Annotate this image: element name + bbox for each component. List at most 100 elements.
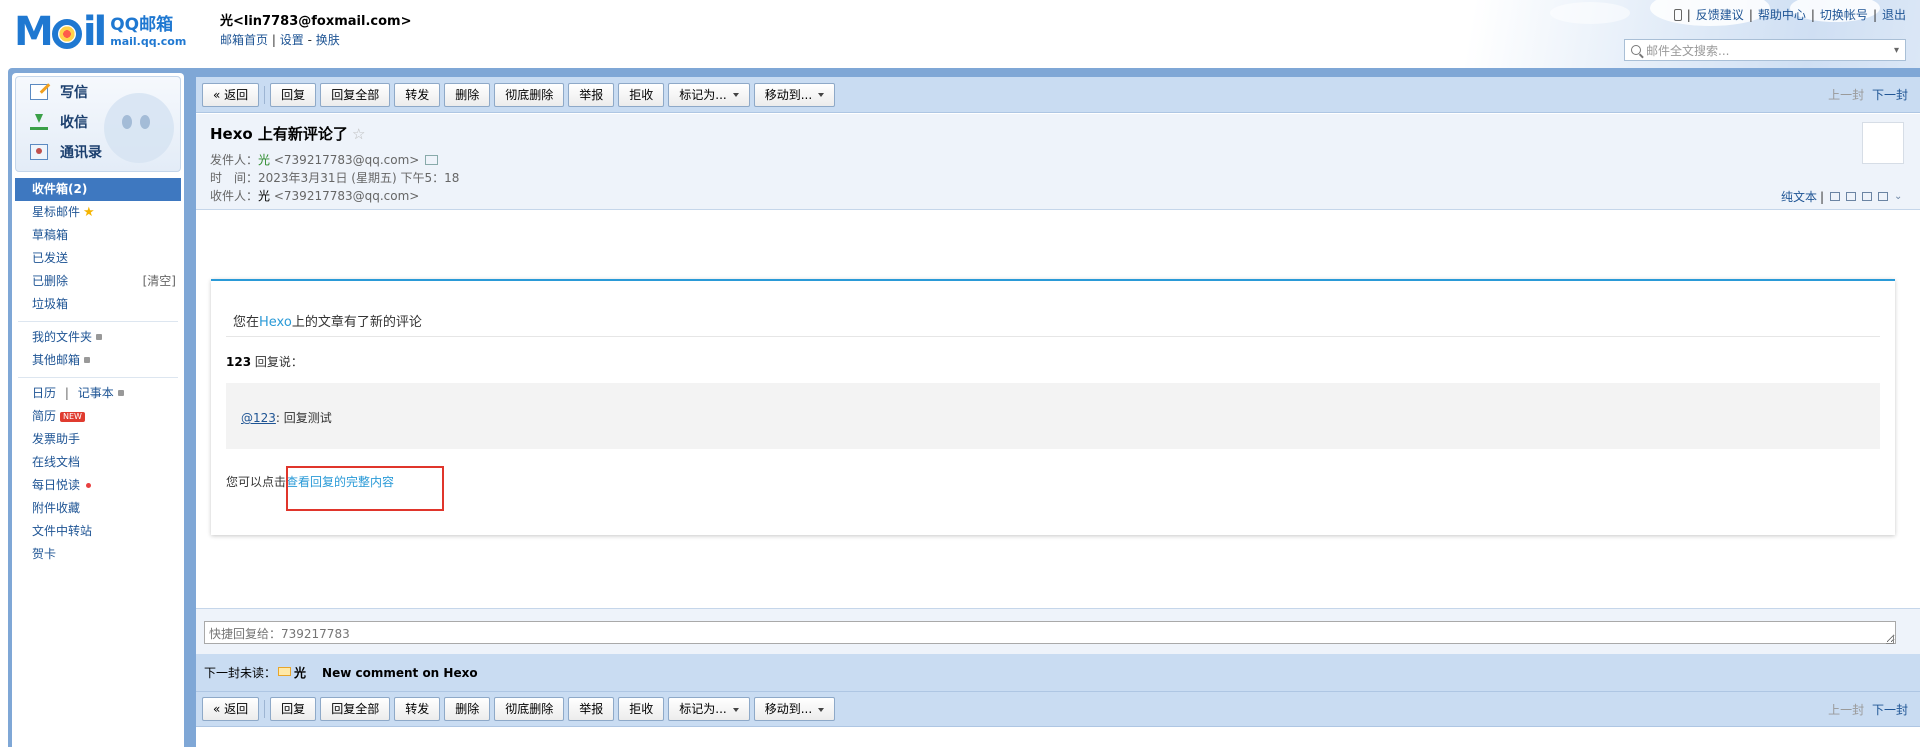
reject-button[interactable]: 拒收: [618, 697, 665, 721]
reply-all-button[interactable]: 回复全部: [320, 697, 391, 721]
notes-link[interactable]: 记事本: [78, 386, 114, 400]
sidebar-item-online-docs[interactable]: 在线文档: [12, 451, 184, 474]
caret-down-icon: [732, 707, 739, 712]
mail-subject: Hexo 上有新评论了 ☆: [210, 125, 366, 143]
sidebar-item-daily-reading[interactable]: 每日悦读: [12, 474, 184, 497]
sidebar-item-spam[interactable]: 垃圾箱: [12, 293, 184, 316]
delete-button[interactable]: 删除: [444, 82, 491, 107]
sidebar-item-drafts[interactable]: 草稿箱: [12, 224, 184, 247]
plain-text-link[interactable]: 纯文本: [1781, 188, 1817, 205]
mail-to-row: 收件人：光 <739217783@qq.com>: [210, 189, 420, 203]
delete-button[interactable]: 删除: [444, 697, 491, 721]
logo-wordmark: Mil: [14, 9, 107, 55]
save-icon[interactable]: [1862, 192, 1872, 201]
inbox-icon: [30, 114, 48, 130]
sidebar-item-file-transfer[interactable]: 文件中转站: [12, 520, 184, 543]
move-to-dropdown[interactable]: 移动到...: [753, 697, 836, 721]
sidebar-item-invoice[interactable]: 发票助手: [12, 428, 184, 451]
recipient-address: <739217783@qq.com>: [273, 189, 420, 203]
empty-trash-link[interactable]: [清空]: [143, 270, 176, 293]
change-skin-link[interactable]: 换肤: [316, 33, 340, 47]
hexo-link[interactable]: Hexo: [259, 315, 292, 330]
sidebar-item-deleted[interactable]: 已删除 [清空]: [12, 270, 184, 293]
reject-button[interactable]: 拒收: [618, 82, 665, 107]
star-outline-icon[interactable]: ☆: [352, 125, 365, 143]
sidebar-item-my-folders[interactable]: 我的文件夹: [12, 326, 184, 349]
reply-button[interactable]: 回复: [270, 697, 317, 721]
mention-link[interactable]: @123: [241, 411, 276, 425]
comment-quote: @123: 回复测试: [226, 383, 1880, 449]
next-mail-link[interactable]: 下一封: [1872, 88, 1908, 102]
sender-name[interactable]: 光: [258, 153, 270, 167]
report-spam-button[interactable]: 举报: [568, 82, 615, 107]
more-chevron-icon[interactable]: ⌄: [1894, 192, 1904, 202]
search-placeholder: 邮件全文搜索...: [1646, 43, 1730, 58]
resize-handle-icon[interactable]: [1886, 636, 1894, 644]
comment-author-line: 123 回复说：: [226, 355, 303, 369]
unread-dot-icon: [86, 483, 92, 488]
new-window-icon[interactable]: [1830, 192, 1840, 201]
mobile-phone-icon[interactable]: [1673, 8, 1682, 21]
mark-as-dropdown[interactable]: 标记为...: [668, 82, 750, 107]
logout-link[interactable]: 退出: [1882, 6, 1906, 23]
report-spam-button[interactable]: 举报: [568, 697, 615, 721]
comment-author: 123: [226, 355, 252, 369]
next-unread-subject[interactable]: New comment on Hexo: [322, 666, 478, 680]
forward-button[interactable]: 转发: [394, 82, 441, 107]
move-to-dropdown[interactable]: 移动到...: [753, 82, 836, 107]
top-header: Mil QQ邮箱 mail.qq.com 光<lin7783@foxmail.c…: [0, 0, 1920, 68]
qqmail-logo[interactable]: Mil QQ邮箱 mail.qq.com: [14, 12, 186, 52]
sidebar-item-attachments[interactable]: 附件收藏: [12, 497, 184, 520]
sidebar-item-calendar-notes: 日历 | 记事本: [12, 382, 184, 405]
help-center-link[interactable]: 帮助中心: [1758, 6, 1806, 23]
reply-button[interactable]: 回复: [270, 82, 317, 107]
receive-button[interactable]: 收信: [16, 107, 180, 137]
mail-read-pane: « 返回 回复 回复全部 转发 删除 彻底删除 举报 拒收 标记为... 移动到…: [196, 77, 1920, 747]
lock-icon: [96, 333, 103, 340]
delete-permanently-button[interactable]: 彻底删除: [494, 697, 565, 721]
quick-reply-input[interactable]: [204, 621, 1896, 644]
logo-en-text: mail.qq.com: [110, 35, 187, 48]
prev-mail-link[interactable]: 上一封: [1828, 703, 1864, 717]
print-icon[interactable]: [1878, 192, 1888, 201]
search-icon: [1631, 45, 1641, 55]
contacts-button[interactable]: 通讯录: [16, 137, 180, 167]
sidebar-item-other-mailbox[interactable]: 其他邮箱: [12, 349, 184, 372]
delete-permanently-button[interactable]: 彻底删除: [494, 82, 565, 107]
compose-button[interactable]: 写信: [16, 77, 180, 107]
envelope-icon: [278, 667, 292, 676]
back-button[interactable]: « 返回: [202, 697, 260, 721]
contact-card-icon[interactable]: [425, 154, 439, 165]
next-mail-link[interactable]: 下一封: [1872, 703, 1908, 717]
mailbox-home-link[interactable]: 邮箱首页: [220, 33, 268, 47]
sender-address: <739217783@qq.com>: [273, 153, 420, 167]
sidebar-item-starred[interactable]: 星标邮件 ★: [12, 201, 184, 224]
contacts-icon: [30, 144, 48, 160]
folder-list: 收件箱(2) 星标邮件 ★ 草稿箱 已发送 已删除 [清空] 垃圾箱 我的文件夹 …: [12, 178, 184, 566]
sidebar-item-inbox[interactable]: 收件箱(2): [15, 178, 181, 201]
lock-icon: [84, 356, 91, 363]
mark-as-dropdown[interactable]: 标记为...: [668, 697, 750, 721]
comment-intro: 您在Hexo上的文章有了新的评论: [233, 315, 422, 330]
toolbar-divider: [264, 700, 266, 718]
prev-mail-link[interactable]: 上一封: [1828, 88, 1864, 102]
sender-avatar[interactable]: [1862, 122, 1904, 164]
caret-down-icon: [732, 93, 739, 97]
preview-icon[interactable]: [1846, 192, 1856, 201]
chevron-down-icon[interactable]: ▾: [1894, 45, 1899, 56]
calendar-link[interactable]: 日历: [32, 386, 56, 400]
sidebar-item-greeting-cards[interactable]: 贺卡: [12, 543, 184, 566]
forward-button[interactable]: 转发: [394, 697, 441, 721]
caret-down-icon: [818, 707, 825, 712]
sidebar-item-resume[interactable]: 简历 NEW: [12, 405, 184, 428]
compose-icon: [30, 84, 48, 100]
sidebar-item-sent[interactable]: 已发送: [12, 247, 184, 270]
fulltext-search-input[interactable]: 邮件全文搜索... ▾: [1624, 39, 1906, 61]
reply-all-button[interactable]: 回复全部: [320, 82, 391, 107]
switch-account-link[interactable]: 切换帐号: [1820, 6, 1868, 23]
next-unread-sender[interactable]: 光: [294, 664, 306, 681]
feedback-link[interactable]: 反馈建议: [1696, 6, 1744, 23]
settings-link[interactable]: 设置: [280, 33, 304, 47]
back-button[interactable]: « 返回: [202, 82, 260, 107]
recipient-name[interactable]: 光: [258, 189, 270, 203]
